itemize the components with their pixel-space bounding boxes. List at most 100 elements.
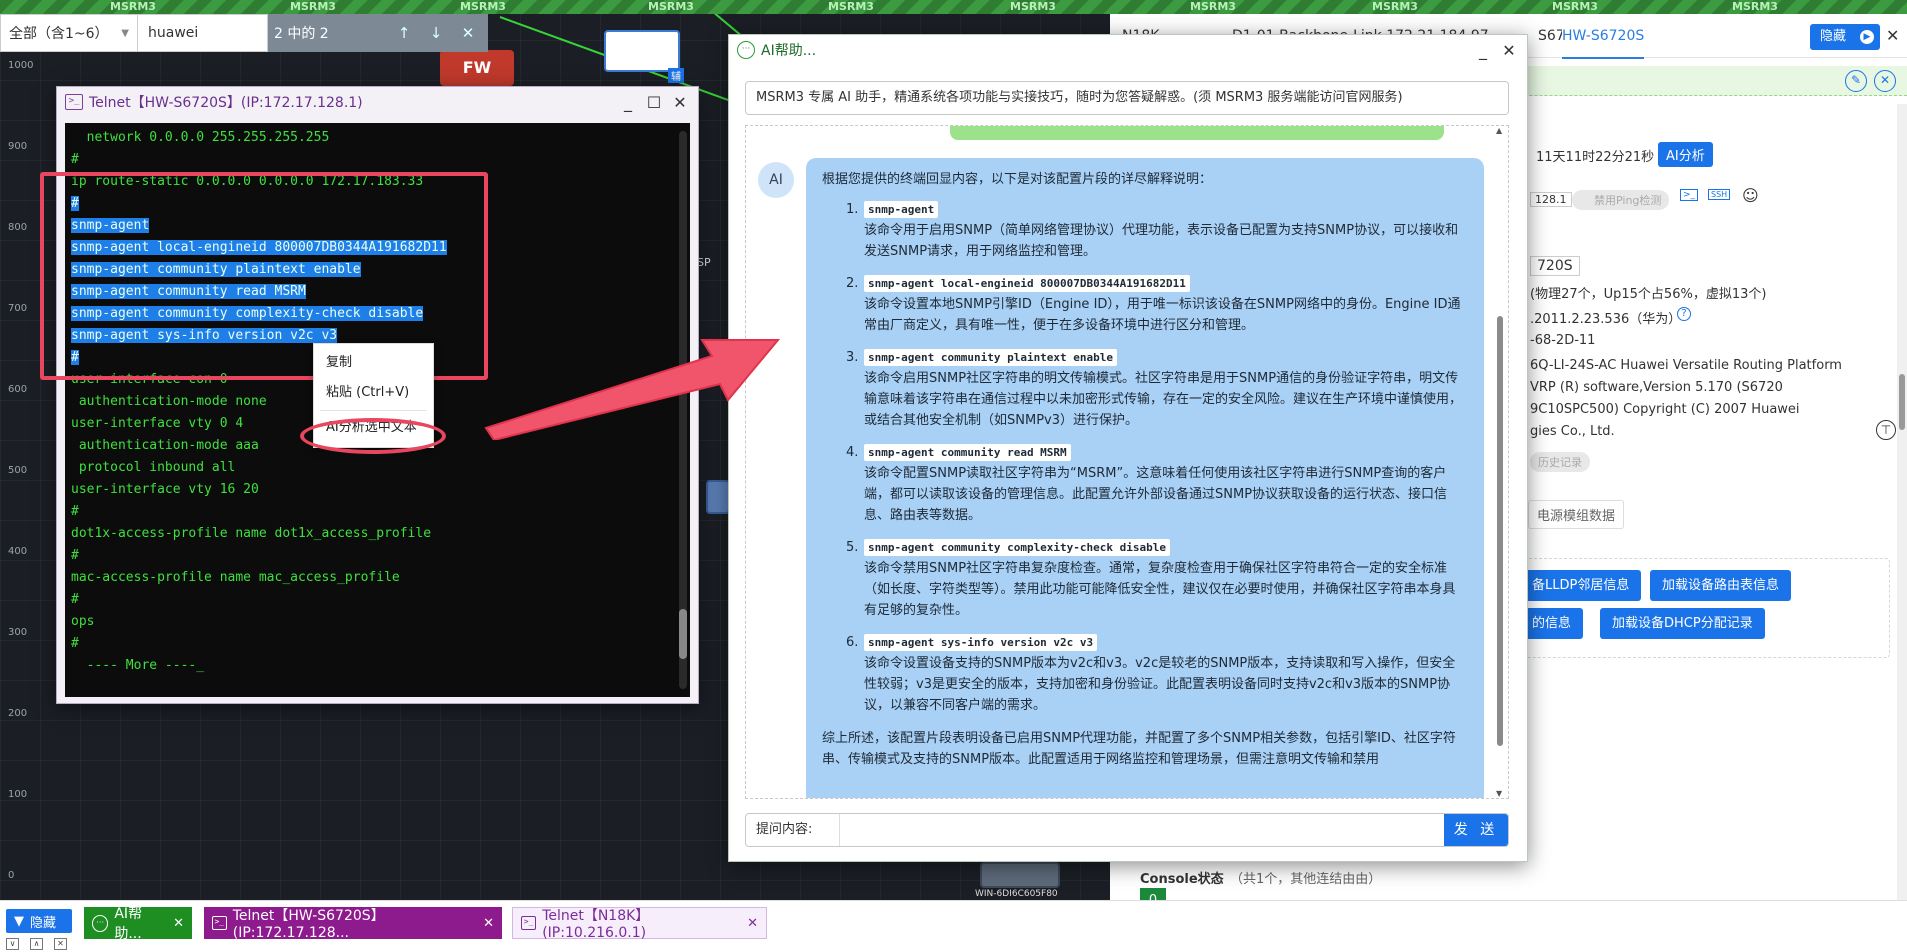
taskbar-item-telnet-s6720s[interactable]: >_ Telnet【HW-S6720S】(IP:172.17.128... ✕	[204, 907, 502, 941]
response-item: 6. snmp-agent sys-info version v2c v3 该命令设…	[822, 633, 1468, 716]
ask-input[interactable]	[840, 814, 1444, 846]
terminal-line-text: #	[71, 350, 79, 365]
chat-scrollbar[interactable]: ▲ ▼	[1494, 126, 1506, 798]
chevron-down-icon: ▼	[14, 913, 24, 929]
load-route-table-button[interactable]: 加载设备路由表信息	[1650, 570, 1792, 601]
menu-item-ai-analyze[interactable]: AI分析选中文本	[314, 413, 433, 443]
taskbar-hide-button[interactable]: ▼ 隐藏	[6, 909, 72, 933]
edit-icon[interactable]: ✎	[1845, 70, 1867, 92]
mac-address: -68-2D-11	[1530, 333, 1596, 348]
scope-select-value: 全部（含1~6）	[9, 26, 109, 42]
uptime-value: 11天11时22分21秒	[1536, 150, 1655, 165]
scroll-thumb[interactable]	[679, 609, 687, 659]
command-code: snmp-agent community plaintext enable	[864, 349, 1118, 366]
y-axis-label: 400	[8, 546, 28, 557]
terminal-scrollbar[interactable]	[679, 131, 687, 689]
menu-item-paste[interactable]: 粘贴 (Ctrl+V)	[314, 378, 433, 408]
hide-panel-button[interactable]: 隐藏 ▶	[1810, 24, 1880, 50]
taskbar-label: Telnet【N18K】(IP:10.216.0.1)	[542, 908, 650, 941]
close-icon[interactable]: ✕	[173, 916, 184, 931]
scroll-down-icon[interactable]: ▼	[1496, 789, 1502, 798]
send-button[interactable]: 发 送	[1444, 814, 1508, 846]
y-axis-label: 100	[8, 789, 28, 800]
chat-area[interactable]: AI 根据您提供的终端回显内容，以下是对该配置片段的详尽解释说明： 1. snmp…	[745, 125, 1509, 799]
close-icon[interactable]: ✕	[483, 916, 494, 931]
chevron-down-icon: ▼	[121, 27, 129, 39]
panel-scrollbar[interactable]	[1897, 104, 1907, 904]
search-input[interactable]	[138, 14, 268, 52]
terminal-line-text: user-interface vty 16 20	[71, 482, 259, 497]
sysdesc-line: 6Q-LI-24S-AC Huawei Versatile Routing Pl…	[1530, 358, 1842, 373]
ssh-icon[interactable]: SSH	[1708, 189, 1731, 200]
item-body: snmp-agent sys-info version v2c v3 该命令设置设…	[864, 633, 1468, 716]
scroll-thumb[interactable]	[1899, 374, 1905, 430]
close-icon[interactable]: ✕	[454, 24, 482, 42]
terminal-line-text: ---- More ----_	[71, 658, 205, 673]
ai-analyze-badge[interactable]: AI分析	[1658, 142, 1713, 167]
load-info-button[interactable]: 的信息	[1520, 608, 1584, 639]
minimize-icon[interactable]: _	[618, 93, 638, 112]
console-label: Console状态	[1140, 872, 1224, 887]
load-lldp-button[interactable]: 备LLDP邻居信息	[1520, 570, 1642, 601]
banner-text: MSRM3	[290, 0, 336, 13]
taskbar: ▼ 隐藏 ··· AI帮助... ✕ >_ Telnet【HW-S6720S】(…	[0, 900, 1907, 952]
firewall-node[interactable]: FW	[440, 50, 514, 86]
minimize-icon[interactable]: _	[1473, 41, 1493, 60]
menu-item-copy[interactable]: 复制	[314, 348, 433, 378]
item-number: 3.	[846, 350, 859, 365]
terminal-line-text: #	[71, 196, 79, 211]
device-node[interactable]	[706, 480, 730, 514]
close-icon[interactable]: ✕	[670, 93, 690, 112]
server-node[interactable]	[980, 862, 1060, 888]
terminal-line-text: #	[71, 504, 79, 519]
terminal-line: ip route-static 0.0.0.0 0.0.0.0 172.17.1…	[71, 171, 684, 193]
ai-avatar: AI	[758, 162, 794, 198]
scroll-thumb[interactable]	[1497, 316, 1503, 746]
terminal-line: #	[71, 633, 684, 655]
close-icon[interactable]: ✕	[747, 916, 758, 931]
terminal-line-text: protocol inbound all	[71, 460, 236, 475]
y-axis-label: 900	[8, 141, 28, 152]
scroll-top-icon[interactable]: ⊤	[1876, 420, 1896, 440]
response-item: 5. snmp-agent community complexity-check …	[822, 538, 1468, 621]
taskbar-item-ai[interactable]: ··· AI帮助... ✕	[84, 906, 192, 942]
close-all-icon[interactable]: ✕	[54, 938, 67, 950]
scroll-up-icon[interactable]: ▲	[1496, 126, 1502, 135]
ping-toggle[interactable]: 禁用Ping检测	[1572, 190, 1670, 210]
collapse-icon[interactable]: ∨	[6, 938, 19, 950]
face-icon[interactable]: ☺	[1742, 186, 1759, 205]
banner-text: MSRM3	[460, 0, 506, 13]
scope-select[interactable]: 全部（含1~6） ▼	[0, 14, 138, 52]
item-body: snmp-agent community plaintext enable 该命令…	[864, 348, 1468, 431]
terminal-line-text: #	[71, 592, 79, 607]
response-item: 2. snmp-agent local-engineid 800007DB0344…	[822, 274, 1468, 336]
maximize-icon[interactable]: ☐	[644, 93, 664, 112]
terminal-line-text: snmp-agent community complexity-check di…	[71, 306, 424, 321]
help-icon[interactable]: ?	[1677, 307, 1691, 321]
y-axis-label: 300	[8, 627, 28, 638]
terminal-line: #	[71, 193, 684, 215]
terminal-icon[interactable]: >_	[1680, 189, 1699, 201]
ai-titlebar[interactable]: ··· AI帮助... _ ✕	[729, 35, 1527, 65]
node-label: SP	[697, 256, 711, 269]
telnet-titlebar[interactable]: >_ Telnet【HW-S6720S】(IP:172.17.128.1) _ …	[57, 87, 698, 117]
close-circle-icon[interactable]: ✕	[1874, 70, 1896, 92]
history-chip[interactable]: 历史记录	[1530, 452, 1590, 472]
taskbar-item-telnet-n18k[interactable]: >_ Telnet【N18K】(IP:10.216.0.1) ✕	[512, 907, 767, 941]
tab-hw-s6720s[interactable]: HW-S6720S	[1562, 28, 1645, 59]
ip-field[interactable]: 128.1	[1530, 192, 1572, 207]
close-icon[interactable]: ✕	[1499, 41, 1519, 60]
arrow-up-icon[interactable]: ↑	[390, 24, 418, 42]
y-axis-label: 200	[8, 708, 28, 719]
terminal-line-text: network 0.0.0.0 255.255.255.255	[71, 130, 330, 145]
arrow-down-icon[interactable]: ↓	[422, 24, 450, 42]
device-node[interactable]	[604, 30, 680, 72]
pin-icon[interactable]: ✕	[1886, 26, 1899, 45]
hide-label: 隐藏	[1820, 29, 1847, 44]
load-dhcp-button[interactable]: 加载设备DHCP分配记录	[1600, 608, 1765, 639]
banner-text: MSRM3	[1010, 0, 1056, 13]
response-intro: 根据您提供的终端回显内容，以下是对该配置片段的详尽解释说明：	[822, 172, 1213, 187]
expand-icon[interactable]: ∧	[30, 938, 43, 950]
power-module-button[interactable]: 电源模组数据	[1528, 500, 1625, 529]
terminal-line-text: user-interface vty 0 4	[71, 416, 244, 431]
